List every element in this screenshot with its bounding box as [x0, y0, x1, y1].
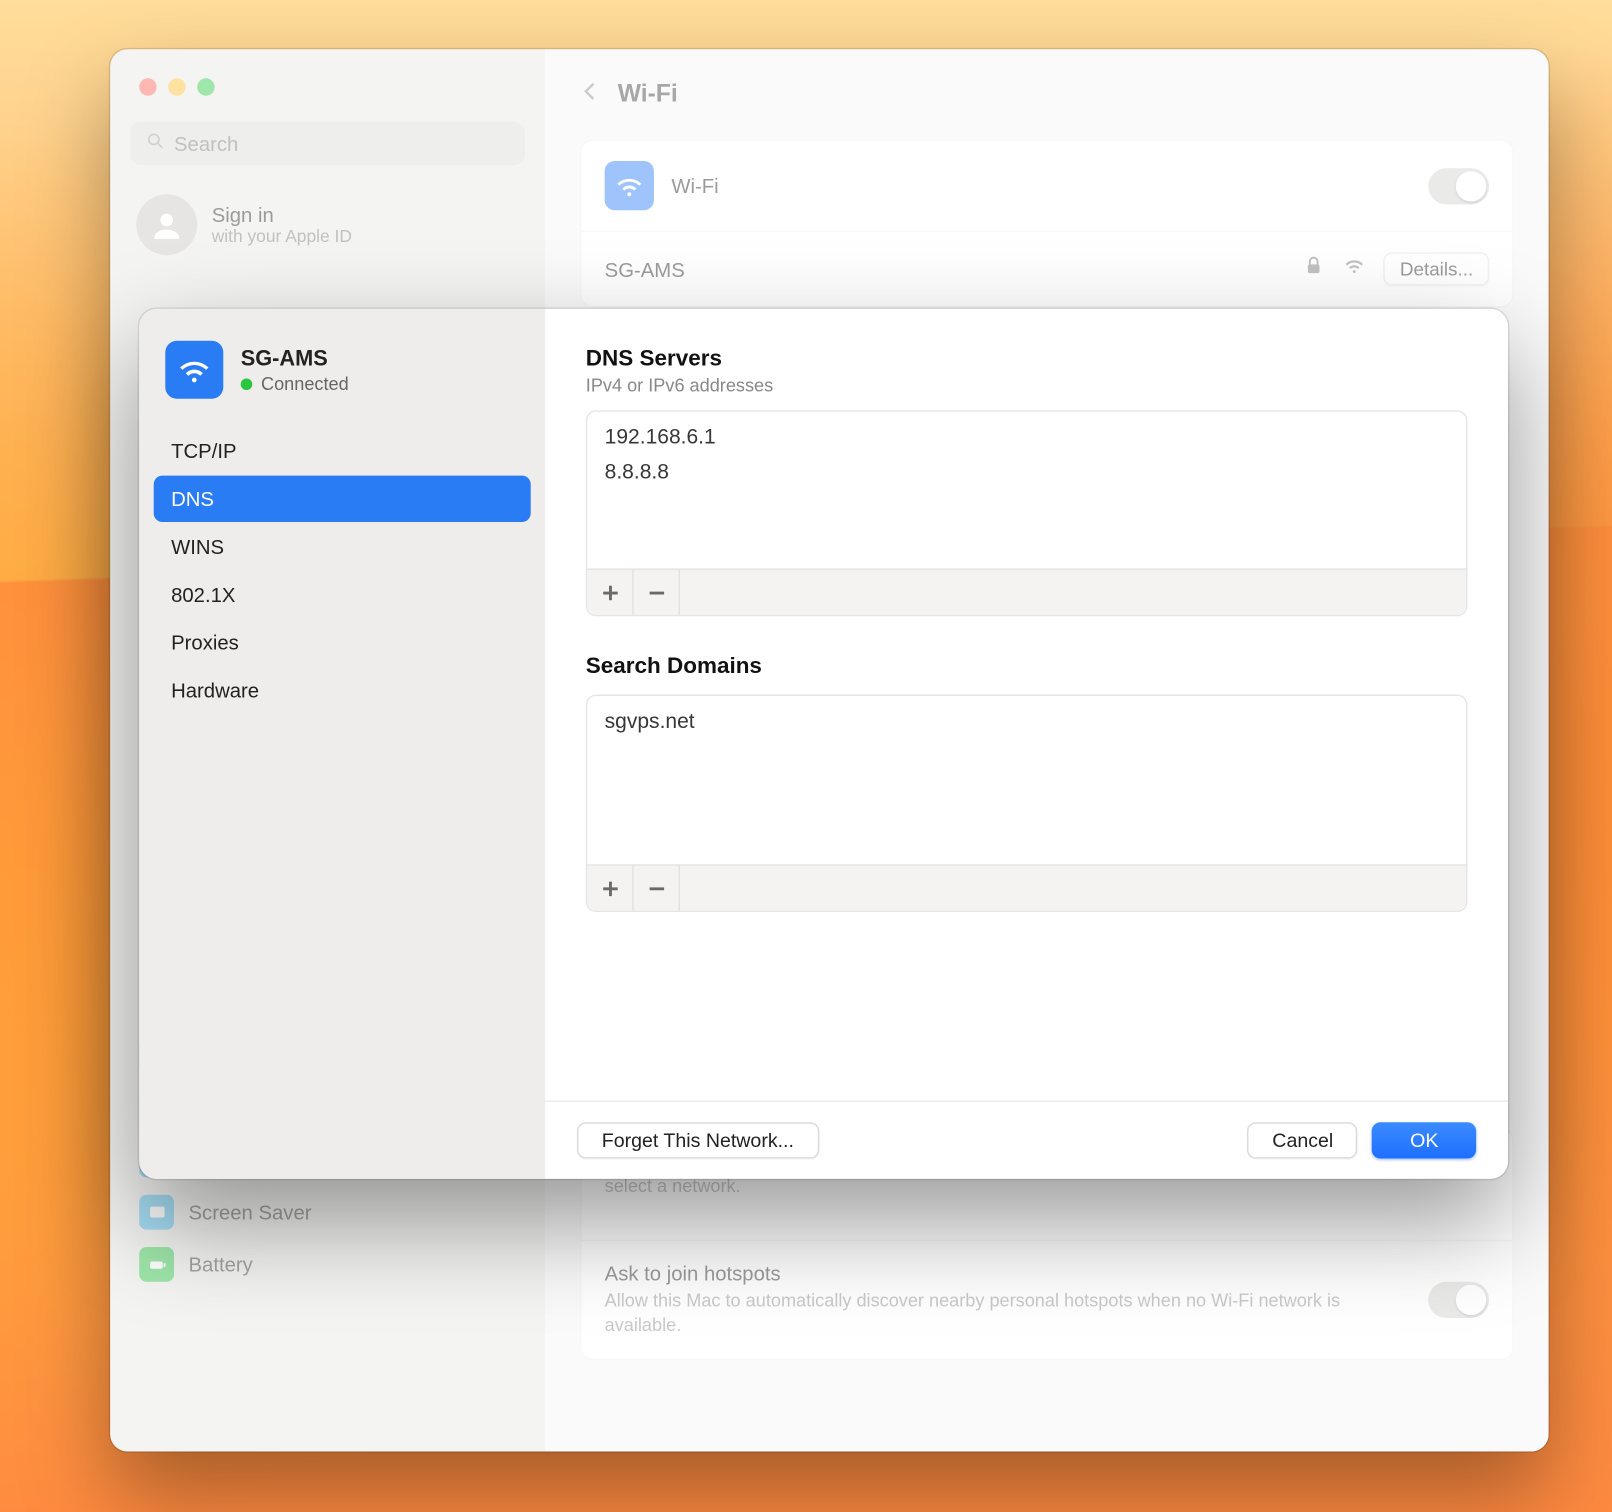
search-icon [145, 130, 165, 158]
zoom-window-button[interactable] [197, 78, 214, 95]
forget-network-button[interactable]: Forget This Network... [577, 1122, 818, 1158]
battery-icon [139, 1247, 174, 1282]
network-name: SG-AMS [605, 257, 685, 280]
minimize-window-button[interactable] [168, 78, 185, 95]
list-item[interactable]: sgvps.net [587, 705, 1466, 740]
avatar [136, 194, 197, 255]
search-domains-title: Search Domains [586, 654, 1468, 680]
sidebar-item-label: Battery [189, 1253, 253, 1276]
wifi-toggle[interactable] [1428, 167, 1489, 203]
signin-subtitle: with your Apple ID [212, 226, 352, 246]
list-item[interactable]: 192.168.6.1 [587, 421, 1466, 456]
network-details-sheet: SG-AMS Connected TCP/IP DNS WINS 802.1X … [139, 309, 1508, 1179]
cancel-button[interactable]: Cancel [1248, 1122, 1358, 1158]
add-dns-button[interactable] [587, 570, 633, 615]
sheet-network-status: Connected [241, 373, 349, 393]
sheet-network-name: SG-AMS [241, 346, 349, 371]
sheet-main: DNS Servers IPv4 or IPv6 addresses 192.1… [545, 309, 1508, 1179]
remove-dns-button[interactable] [634, 570, 680, 615]
add-domain-button[interactable] [587, 866, 633, 911]
sheet-sidebar: SG-AMS Connected TCP/IP DNS WINS 802.1X … [139, 309, 545, 1179]
main-header: Wi-Fi [545, 49, 1548, 139]
sidebar-item-label: Screen Saver [189, 1201, 312, 1224]
tab-tcpip[interactable]: TCP/IP [154, 428, 531, 474]
signin-title: Sign in [212, 203, 352, 226]
search-domains-list[interactable]: sgvps.net [586, 695, 1468, 913]
hotspots-toggle[interactable] [1428, 1281, 1489, 1317]
tab-wins[interactable]: WINS [154, 523, 531, 569]
sheet-footer: Forget This Network... Cancel OK [545, 1101, 1508, 1179]
wifi-signal-icon [1343, 254, 1366, 284]
sheet-tabs: TCP/IP DNS WINS 802.1X Proxies Hardware [154, 428, 531, 715]
search-field[interactable] [131, 122, 525, 166]
hotspots-desc: Allow this Mac to automatically discover… [605, 1289, 1388, 1338]
close-window-button[interactable] [139, 78, 156, 95]
tab-dns[interactable]: DNS [154, 476, 531, 522]
search-input[interactable] [174, 132, 510, 155]
screensaver-icon [139, 1195, 174, 1230]
status-dot-icon [241, 378, 253, 390]
dns-servers-subtitle: IPv4 or IPv6 addresses [586, 376, 1468, 396]
sidebar-item-battery[interactable]: Battery [131, 1241, 528, 1287]
tab-8021x[interactable]: 802.1X [154, 571, 531, 617]
tab-proxies[interactable]: Proxies [154, 619, 531, 665]
tab-hardware[interactable]: Hardware [154, 667, 531, 713]
list-item[interactable]: 8.8.8.8 [587, 455, 1466, 490]
lock-icon [1303, 254, 1326, 284]
ok-button[interactable]: OK [1372, 1122, 1476, 1158]
dns-servers-list[interactable]: 192.168.6.1 8.8.8.8 [586, 410, 1468, 616]
page-title: Wi-Fi [618, 80, 678, 109]
details-button[interactable]: Details... [1384, 252, 1489, 285]
apple-id-row[interactable]: Sign in with your Apple ID [110, 186, 545, 279]
wifi-label: Wi-Fi [671, 174, 718, 197]
traffic-lights [110, 73, 545, 122]
remove-domain-button[interactable] [634, 866, 680, 911]
dns-servers-title: DNS Servers [586, 347, 1468, 373]
wifi-icon [605, 161, 654, 210]
sidebar-item-screensaver[interactable]: Screen Saver [131, 1189, 528, 1235]
hotspots-title: Ask to join hotspots [605, 1261, 1429, 1284]
back-button[interactable] [577, 78, 603, 111]
wifi-icon [165, 341, 223, 399]
